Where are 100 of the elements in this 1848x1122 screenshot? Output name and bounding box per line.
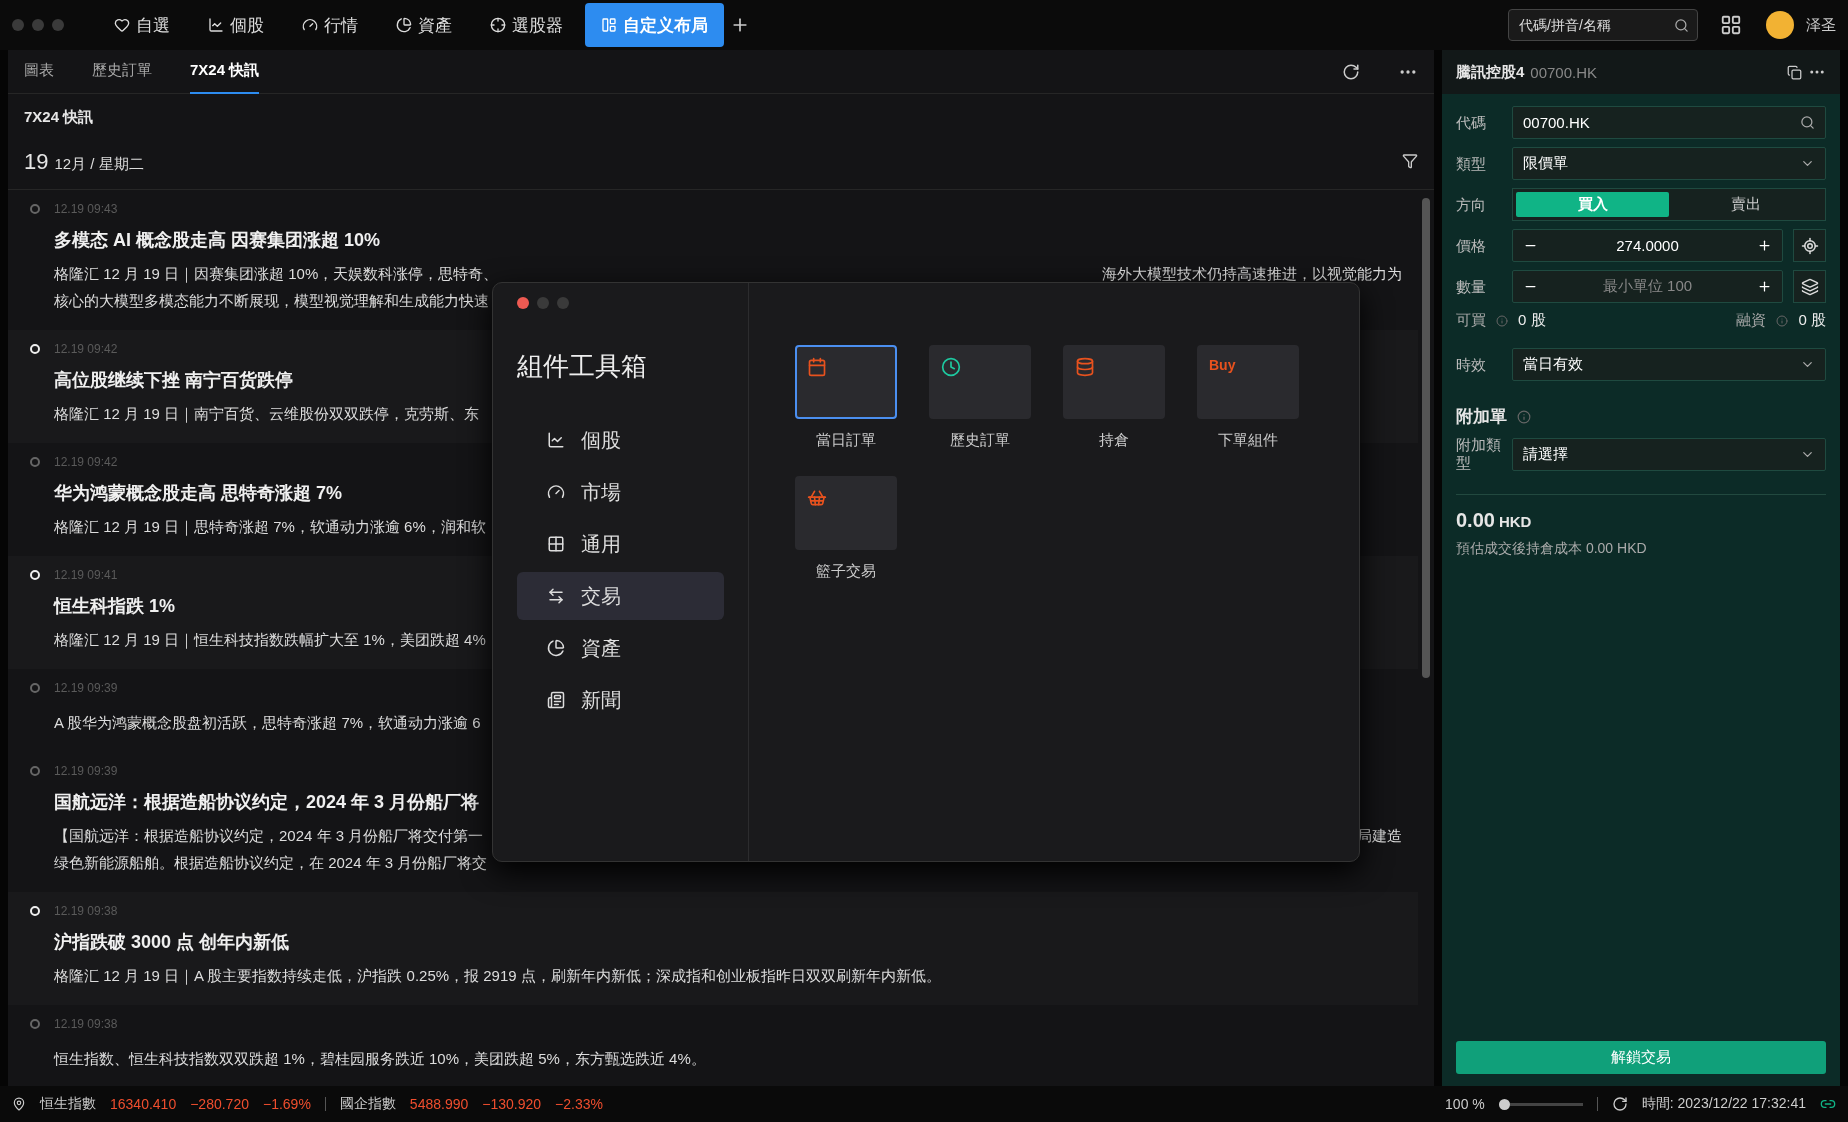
news-text: 局建造 <box>1357 826 1402 846</box>
search-field[interactable]: 代碼/拼音/名稱 <box>1508 9 1698 41</box>
slider-thumb[interactable] <box>1498 1098 1510 1110</box>
index-change: −130.920 <box>482 1096 542 1112</box>
news-icon <box>547 691 565 709</box>
news-text: 【国航远洋：根据造船协议约定，2024 年 3 月份船厂将交付第一 <box>54 826 484 846</box>
line-chart-icon <box>208 17 224 33</box>
index-name[interactable]: 恒生指數 <box>40 1095 96 1113</box>
scrollbar[interactable] <box>1422 198 1430 678</box>
avatar[interactable] <box>1766 11 1794 39</box>
news-time: 12.19 09:39 <box>54 764 118 778</box>
panel-tab[interactable]: 7X24 快訊 <box>190 49 260 94</box>
gauge-icon <box>302 17 318 33</box>
index-percent: −2.33% <box>555 1096 603 1112</box>
news-text: 海外大模型技术仍持高速推进，以视觉能力为 <box>1102 264 1402 284</box>
layers-button[interactable] <box>1793 270 1826 303</box>
heart-icon <box>114 17 130 33</box>
news-title[interactable]: 华为鸿蒙概念股走高 思特奇涨超 7% <box>54 481 343 505</box>
stepper-field[interactable]: 最小單位 100 <box>1512 270 1783 303</box>
swap-icon <box>547 587 565 605</box>
news-title[interactable]: 沪指跌破 3000 点 创年内新低 <box>54 930 290 954</box>
stepper-field[interactable]: 274.0000 <box>1512 229 1783 262</box>
dialog-title: 組件工具箱 <box>517 350 647 383</box>
select-field[interactable]: 請選擇 <box>1512 437 1826 471</box>
clock-text: 時間: 2023/12/22 17:32:41 <box>1641 1095 1806 1113</box>
stock-name: 騰訊控股4 <box>1456 62 1525 82</box>
category-item[interactable]: 通用 <box>517 520 724 568</box>
window-button[interactable] <box>517 297 529 309</box>
plus-icon[interactable] <box>1757 279 1772 294</box>
field-label: 價格 <box>1456 236 1487 255</box>
widget-tile[interactable]: Buy 下單組件 <box>1197 345 1299 450</box>
search-icon[interactable] <box>1800 115 1815 130</box>
search-input[interactable]: 代碼/拼音/名稱 <box>1517 16 1674 34</box>
total-amount: 0.00 <box>1456 509 1495 531</box>
field-label: 時效 <box>1456 355 1487 374</box>
locate-button[interactable] <box>1793 229 1826 262</box>
select-field[interactable]: 限價單 <box>1512 147 1826 180</box>
news-title[interactable]: 多模态 AI 概念股走高 因赛集团涨超 10% <box>54 228 381 252</box>
pin-icon <box>12 1097 26 1111</box>
panel-tab[interactable]: 歷史訂單 <box>92 49 152 94</box>
news-text: A 股华为鸿蒙概念股盘初活跃，思特奇涨超 7%，软通动力涨逾 6 <box>54 713 481 733</box>
buy-label: Buy <box>1209 357 1236 373</box>
category-item[interactable]: 市場 <box>517 468 724 516</box>
cost-estimate: 預估成交後持倉成本 0.00 HKD <box>1456 540 1648 558</box>
field-label: 代碼 <box>1456 113 1487 132</box>
index-name[interactable]: 國企指數 <box>339 1095 396 1113</box>
grid-icon <box>547 535 565 553</box>
zoom-slider[interactable] <box>1498 1098 1583 1110</box>
widget-tile[interactable]: 歷史訂單 <box>929 345 1031 450</box>
nav-tab[interactable]: 行情 <box>286 3 374 47</box>
widget-tile[interactable]: 當日訂單 <box>795 345 897 450</box>
section-heading: 附加單 <box>1456 406 1507 428</box>
widget-tile[interactable]: 籃子交易 <box>795 476 897 581</box>
refresh-icon[interactable] <box>1342 62 1360 81</box>
news-text: 格隆汇 12 月 19 日｜思特奇涨超 7%，软通动力涨逾 6%，润和软 <box>54 517 486 538</box>
news-text: 格隆汇 12 月 19 日｜恒生科技指数跌幅扩大至 1%，美团跌超 4% <box>54 630 486 651</box>
nav-tab[interactable]: 自選 <box>98 3 186 47</box>
field-label: 方向 <box>1456 195 1487 214</box>
index-price: 16340.410 <box>110 1096 177 1112</box>
widget-tile[interactable]: 持倉 <box>1063 345 1165 450</box>
news-time: 12.19 09:43 <box>54 202 118 216</box>
news-title[interactable]: 恒生科指跌 1% <box>54 594 176 618</box>
section-heading: 7X24 快訊 <box>23 107 95 127</box>
nav-tab[interactable]: 選股器 <box>474 3 579 47</box>
news-time: 12.19 09:42 <box>54 455 118 469</box>
news-title[interactable]: 国航远洋：根据造船协议约定，2024 年 3 月份船厂将 <box>54 790 480 814</box>
refresh-icon[interactable] <box>1611 1096 1628 1112</box>
field-label: 附加類型 <box>1456 436 1502 472</box>
index-price: 5488.990 <box>409 1096 469 1112</box>
news-title[interactable]: 高位股继续下挫 南宁百货跌停 <box>54 368 293 392</box>
zoom-reading: 100 % <box>1445 1096 1485 1112</box>
crosshair-icon <box>490 17 506 33</box>
layers-icon <box>1800 277 1819 296</box>
category-item[interactable]: 資產 <box>517 624 724 672</box>
search-icon[interactable] <box>1674 17 1689 33</box>
news-time: 12.19 09:42 <box>54 342 118 356</box>
index-change: −280.720 <box>190 1096 249 1112</box>
select-field[interactable]: 當日有效 <box>1512 348 1826 381</box>
plus-icon[interactable] <box>1757 238 1772 253</box>
day-number: 19 <box>24 149 49 175</box>
code-field[interactable]: 00700.HK <box>1512 106 1826 139</box>
margin-value: 0 股 <box>1798 311 1826 330</box>
news-text: 核心的大模型多模态能力不断展现，模型视觉理解和生成能力快速 <box>54 291 489 311</box>
copy-icon[interactable] <box>1787 64 1802 80</box>
apps-icon[interactable] <box>1720 14 1742 36</box>
info-icon[interactable] <box>1517 409 1531 424</box>
news-text: 格隆汇 12 月 19 日｜因赛集团涨超 10%，天娱数科涨停，思特奇、 <box>54 264 499 285</box>
stock-code: 00700.HK <box>1530 63 1598 81</box>
category-item[interactable]: 個股 <box>517 416 724 464</box>
nav-tab[interactable]: 個股 <box>192 3 280 47</box>
panel-tab[interactable]: 圖表 <box>24 49 54 94</box>
gauge-icon <box>547 483 565 501</box>
nav-tab[interactable]: 資產 <box>380 3 468 47</box>
news-time: 12.19 09:41 <box>54 568 118 582</box>
field-label: 數量 <box>1456 277 1487 296</box>
crosshair-icon <box>1800 236 1819 255</box>
category-item[interactable]: 交易 <box>517 572 724 620</box>
direction-toggle[interactable]: 賣出 <box>1669 192 1822 217</box>
filter-icon[interactable] <box>1402 153 1418 169</box>
category-item[interactable]: 新聞 <box>517 676 724 724</box>
